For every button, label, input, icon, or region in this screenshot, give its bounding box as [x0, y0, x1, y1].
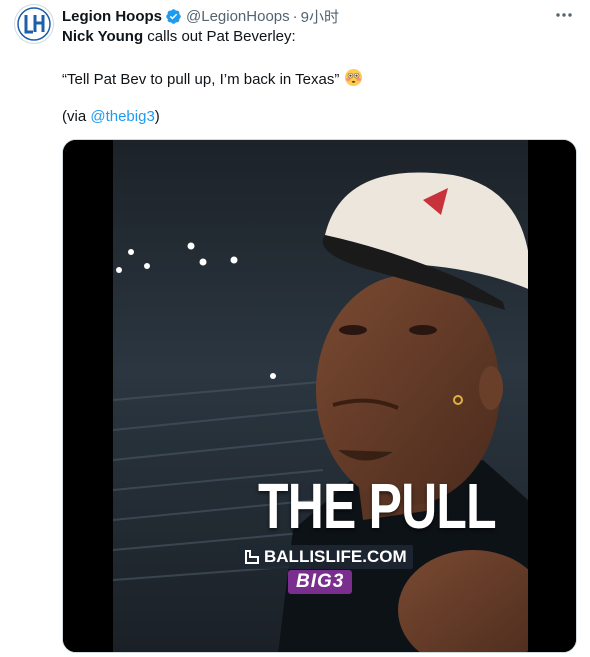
- verified-badge-icon: [165, 8, 182, 25]
- via-prefix: (via: [62, 108, 91, 125]
- tweet-text-bold: Nick Young: [62, 28, 144, 45]
- tweet-header: Legion Hoops @LegionHoops · 9小时: [62, 6, 574, 26]
- tweet-quote-line: “Tell Pat Bev to pull up, I’m back in Te…: [62, 68, 363, 91]
- handle[interactable]: @LegionHoops: [186, 8, 290, 25]
- video-media[interactable]: THE PULL BALLISLIFE.COM BIG3: [62, 139, 577, 653]
- legion-hoops-logo-icon: [17, 7, 51, 41]
- overlay-title: THE PULL: [258, 470, 497, 542]
- tweet-text-line: Nick Young calls out Pat Beverley:: [62, 28, 296, 45]
- via-suffix: ): [154, 108, 160, 125]
- big3-logo: BIG3: [288, 570, 353, 594]
- mention-link[interactable]: @thebig3: [90, 108, 154, 125]
- avatar[interactable]: [14, 4, 54, 44]
- tweet-quote: “Tell Pat Bev to pull up, I’m back in Te…: [62, 71, 340, 88]
- ballislife-logo-icon: [244, 549, 260, 565]
- display-name[interactable]: Legion Hoops: [62, 8, 162, 25]
- league-text: BIG3: [296, 571, 345, 592]
- separator-dot: ·: [292, 7, 298, 25]
- tweet-via-line: (via @thebig3): [62, 108, 160, 125]
- overlay-brand: BALLISLIFE.COM: [238, 545, 413, 569]
- tweet-text-rest: calls out Pat Beverley:: [143, 28, 296, 45]
- brand-text: BALLISLIFE.COM: [264, 547, 407, 566]
- flushed-face-emoji-icon: [344, 68, 363, 91]
- more-horizontal-icon[interactable]: [554, 5, 574, 30]
- timestamp[interactable]: 9小时: [301, 6, 339, 27]
